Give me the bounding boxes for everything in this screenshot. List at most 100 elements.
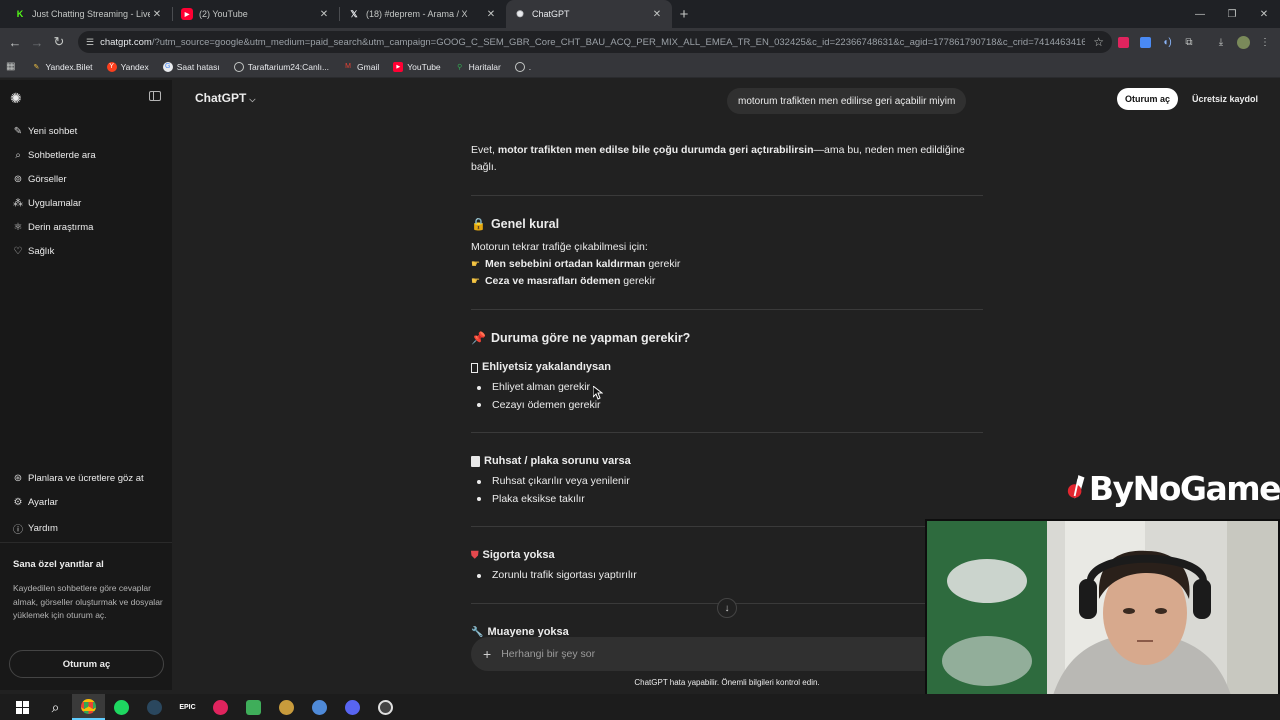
bookmark-youtube[interactable]: ▶ YouTube <box>393 61 441 72</box>
profile-avatar-icon[interactable] <box>1232 31 1254 53</box>
menu-kebab-icon[interactable]: ⋮ <box>1254 31 1276 53</box>
new-tab-icon[interactable]: + <box>672 0 696 28</box>
heading-text: Duruma göre ne yapman gerekir? <box>490 331 691 345</box>
tab-kick[interactable]: K Just Chatting Streaming - Live S ✕ <box>6 0 172 28</box>
sidebar-item-settings[interactable]: ⚙ Ayarlar <box>12 497 58 508</box>
app-clock-icon[interactable] <box>369 694 402 720</box>
url-path: /?utm_source=google&utm_medium=paid_sear… <box>151 36 1086 48</box>
sidebar-item-apps[interactable]: ⁂ Uygulamalar <box>12 198 81 209</box>
plus-icon[interactable]: + <box>483 646 491 662</box>
epic-games-icon[interactable]: EPIC <box>171 694 204 720</box>
extension-red-icon[interactable] <box>1112 31 1134 53</box>
openai-logo-icon[interactable]: ✺ <box>10 90 22 107</box>
close-icon[interactable]: ✕ <box>484 9 498 20</box>
youtube-icon: ▶ <box>181 8 193 20</box>
back-icon[interactable]: ← <box>4 31 26 53</box>
bookmark-gmail[interactable]: M Gmail <box>343 62 379 72</box>
sidebar-item-search[interactable]: ⌕ Sohbetlerde ara <box>12 150 95 161</box>
spotify-icon[interactable] <box>105 694 138 720</box>
bookmarks-bar: ▦ ✎ Yandex.Bilet Y Yandex G Saat hatası Tar… <box>0 56 1280 78</box>
plans-icon: ⊛ <box>13 473 23 484</box>
minimize-icon[interactable]: — <box>1184 0 1216 28</box>
bookmark-label: Saat hatası <box>176 61 220 72</box>
prompt-input[interactable] <box>501 648 902 660</box>
apps-grid-icon[interactable]: ▦ <box>6 61 15 72</box>
sidebar-toggle-icon[interactable] <box>149 91 161 101</box>
section-heading-what-to-do: 📌 Duruma göre ne yapman gerekir? <box>471 330 983 347</box>
window-controls: — ❐ ✕ <box>1184 0 1280 28</box>
app-red-icon[interactable] <box>204 694 237 720</box>
close-icon[interactable]: ✕ <box>317 9 331 20</box>
tab-chatgpt[interactable]: ✺ ChatGPT ✕ <box>506 0 672 28</box>
bookmark-yandex-bilet[interactable]: ✎ Yandex.Bilet <box>31 61 93 72</box>
insurance-list: Zorunlu trafik sigortası yaptırılır <box>471 567 983 585</box>
pointing-hand-icon: ☛ <box>471 276 480 287</box>
app-blue-icon[interactable] <box>303 694 336 720</box>
login-button[interactable]: Oturum aç <box>1117 88 1179 110</box>
close-icon[interactable]: ✕ <box>650 9 664 20</box>
bynogame-logo: ByNoGame <box>1066 462 1280 514</box>
model-selector[interactable]: ChatGPT ⌵ <box>195 91 255 105</box>
general-rule-line-1: ☛ Men sebebini ortadan kaldırman gerekir <box>471 256 983 273</box>
youtube-icon: ▶ <box>393 61 404 72</box>
windows-start-icon[interactable] <box>6 694 39 720</box>
sidebar-item-label: Yeni sohbet <box>28 126 78 137</box>
disclaimer: ChatGPT hata yapabilir. Önemli bilgileri… <box>634 678 820 687</box>
restore-icon[interactable]: ❐ <box>1216 0 1248 28</box>
heart-icon: ♡ <box>13 246 23 257</box>
audio-extension-icon[interactable]: ◖) <box>1156 31 1178 53</box>
sidebar-login-button[interactable]: Oturum aç <box>9 650 164 678</box>
sidebar-item-help[interactable]: ⓘ Yardım <box>12 521 58 536</box>
scroll-down-arrow-icon[interactable]: ↓ <box>717 598 737 618</box>
download-icon[interactable]: ⤓ <box>1210 31 1232 53</box>
sidebar-item-images[interactable]: ⊚ Görseller <box>12 174 67 185</box>
bookmark-label: Yandex.Bilet <box>45 61 93 72</box>
no-license-list: Ehliyet alman gerekir Cezayı ödemen gere… <box>471 379 983 414</box>
tab-x[interactable]: 𝕏 (18) #deprem - Arama / X ✕ <box>340 0 506 28</box>
bookmark-star-icon[interactable]: ☆ <box>1085 35 1104 49</box>
bynogame-mark-icon <box>1067 475 1085 499</box>
user-message-bubble: motorum trafikten men edilirse geri açab… <box>727 88 967 114</box>
tab-title: ChatGPT <box>532 9 570 19</box>
list-item: Ruhsat çıkarılır veya yenilenir <box>477 473 983 491</box>
bookmark-yandex[interactable]: Y Yandex <box>106 61 149 72</box>
app-green-icon[interactable] <box>237 694 270 720</box>
chevron-down-icon: ⌵ <box>249 95 256 104</box>
close-icon[interactable]: ✕ <box>150 9 164 20</box>
streamer-camera-image <box>927 521 1278 716</box>
search-icon[interactable]: ⌕ <box>39 694 72 720</box>
translate-icon[interactable] <box>1134 31 1156 53</box>
general-rule-lead: Motorun tekrar trafiğe çıkabilmesi için: <box>471 241 648 253</box>
subheading-no-license: Ehliyetsiz yakalandıysan <box>471 359 983 376</box>
chrome-icon[interactable] <box>72 694 105 720</box>
site-info-icon[interactable]: ☰ <box>86 37 94 48</box>
sidebar-item-health[interactable]: ♡ Sağlık <box>12 246 55 257</box>
os-taskbar: ⌕ EPIC <box>0 694 1280 720</box>
steam-icon[interactable] <box>138 694 171 720</box>
bookmark-saat[interactable]: G Saat hatası <box>162 61 220 72</box>
sidebar-item-deep-research[interactable]: ⚛ Derin araştırma <box>12 222 94 233</box>
close-window-icon[interactable]: ✕ <box>1248 0 1280 28</box>
league-icon[interactable] <box>270 694 303 720</box>
discord-icon[interactable] <box>336 694 369 720</box>
extensions-puzzle-icon[interactable]: ⧉ <box>1178 31 1200 53</box>
subheading-text: Ehliyetsiz yakalandıysan <box>482 361 612 373</box>
intro-text: Evet, <box>471 144 498 156</box>
sidebar-item-new-chat[interactable]: ✎ Yeni sohbet <box>12 126 78 137</box>
bookmark-dot[interactable]: . <box>514 61 531 72</box>
forward-icon[interactable]: → <box>26 31 48 53</box>
tab-youtube[interactable]: ▶ (2) YouTube ✕ <box>173 0 339 28</box>
bookmark-label: Gmail <box>357 61 380 72</box>
bookmark-haritalar[interactable]: ⚲ Haritalar <box>455 62 501 72</box>
tab-title: (2) YouTube <box>199 9 248 19</box>
sidebar-item-plans[interactable]: ⊛ Planlara ve ücretlere göz at <box>12 473 144 484</box>
signup-button[interactable]: Ücretsiz kaydol <box>1184 88 1266 110</box>
divider <box>471 432 983 433</box>
general-rule-line-2: ☛ Ceza ve masrafları ödemen gerekir <box>471 273 983 290</box>
reload-icon[interactable]: ↻ <box>48 31 70 53</box>
address-bar[interactable]: ☰ chatgpt.com /?utm_source=google&utm_me… <box>78 31 1112 53</box>
bookmark-taraftarium[interactable]: Taraftarium24:Canlı... <box>233 61 329 72</box>
sidebar-item-label: Sağlık <box>28 246 55 257</box>
list-item: Cezayı ödemen gerekir <box>477 397 983 415</box>
url-host: chatgpt.com <box>100 36 152 48</box>
